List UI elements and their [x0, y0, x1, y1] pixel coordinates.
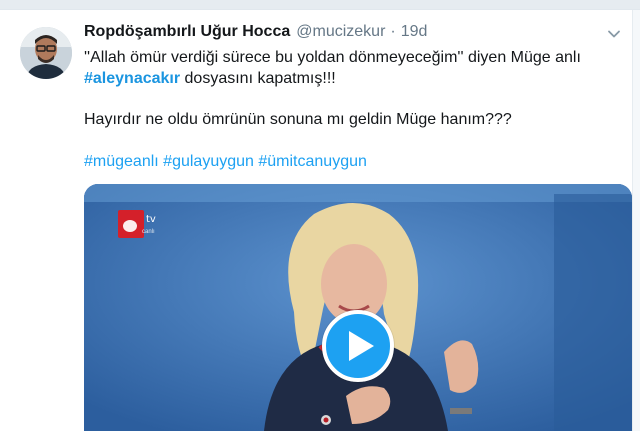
avatar[interactable] — [20, 27, 72, 79]
timeline-top-divider — [0, 0, 640, 10]
hashtag-row: #mügeanlı #gulayuygun #ümitcanuygun — [84, 151, 367, 172]
play-icon[interactable] — [322, 310, 394, 382]
tweet-text-line-3: Hayırdır ne oldu ömrünün sonuna mı geldi… — [84, 111, 512, 128]
channel-logo — [118, 210, 144, 238]
tweet-text-line-2: #aleynacakır dosyasını kapatmış!!! — [84, 68, 336, 89]
tweet[interactable]: Ropdöşambırlı Uğur Hocca @mucizekur · 19… — [0, 10, 632, 431]
hashtag-link[interactable]: #mügeanlı — [84, 153, 159, 170]
tweet-header: Ropdöşambırlı Uğur Hocca @mucizekur · 19… — [84, 23, 427, 45]
author-name[interactable]: Ropdöşambırlı Uğur Hocca — [84, 23, 290, 41]
hashtag-link[interactable]: #ümitcanuygun — [258, 153, 367, 170]
tweet-text-line-1: ''Allah ömür verdiği sürece bu yoldan dö… — [84, 49, 581, 66]
channel-logo-sub: canlı — [142, 229, 155, 235]
timeline-right-border — [632, 10, 640, 431]
chevron-down-icon[interactable] — [606, 26, 622, 42]
header-separator: · — [390, 23, 396, 40]
author-handle[interactable]: @mucizekur — [296, 23, 385, 41]
tweet-text-line-2-rest: dosyasını kapatmış!!! — [180, 70, 336, 87]
tweet-timestamp[interactable]: 19d — [401, 23, 428, 41]
avatar-image — [20, 27, 72, 79]
hashtag-link[interactable]: #aleynacakır — [84, 70, 180, 87]
video-thumbnail — [84, 184, 632, 431]
video-media[interactable]: tv canlı — [84, 184, 632, 431]
channel-logo-tv: tv — [146, 214, 156, 225]
hashtag-link[interactable]: #gulayuygun — [163, 153, 254, 170]
